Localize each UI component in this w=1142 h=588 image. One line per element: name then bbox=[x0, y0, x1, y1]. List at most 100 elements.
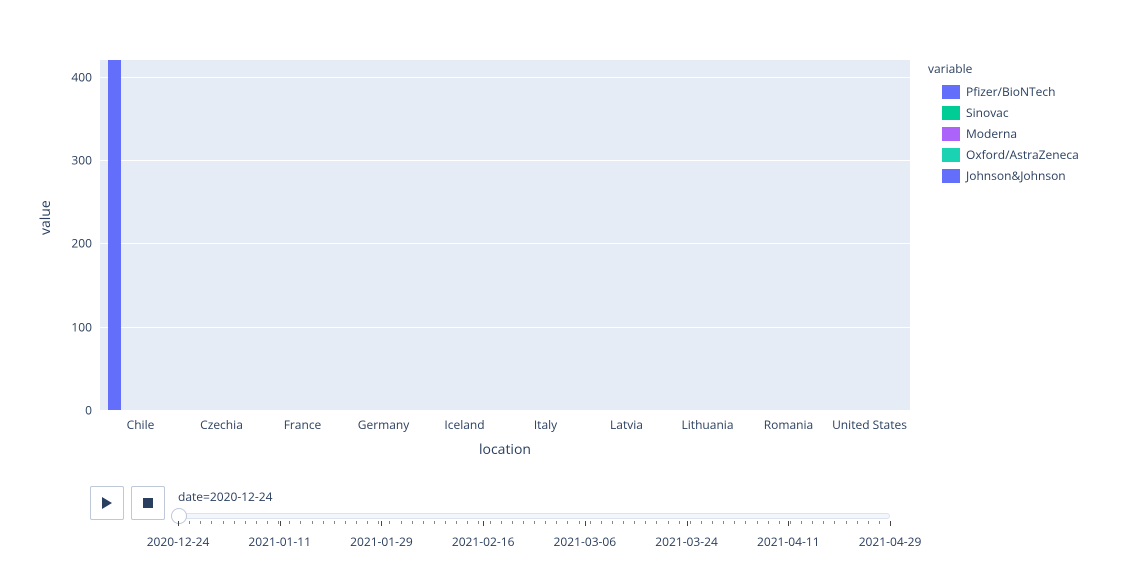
slider-tick-minor bbox=[812, 521, 813, 524]
slider-tick-minor bbox=[289, 521, 290, 524]
slider-tick-label: 2021-01-29 bbox=[350, 533, 413, 550]
slider-tick-minor bbox=[467, 521, 468, 524]
slider-tick-minor bbox=[300, 521, 301, 524]
slider-tick-minor bbox=[245, 521, 246, 524]
y-tick-label: 200 bbox=[71, 235, 100, 252]
gridline bbox=[100, 243, 910, 244]
slider-tick-minor bbox=[423, 521, 424, 524]
x-tick-label: Lithuania bbox=[681, 410, 733, 433]
slider-tick-minor bbox=[490, 521, 491, 524]
legend-item[interactable]: Johnson&Johnson bbox=[928, 165, 1079, 186]
legend-item[interactable]: Pfizer/BioNTech bbox=[928, 81, 1079, 102]
slider-tick-minor bbox=[567, 521, 568, 524]
slider-tick-minor bbox=[679, 521, 680, 524]
bar-chart: 0100200300400ChileCzechiaFranceGermanyIc… bbox=[100, 60, 910, 410]
slider-tick-minor bbox=[412, 521, 413, 524]
y-axis-title: value bbox=[36, 200, 55, 235]
slider-tick-minor bbox=[200, 521, 201, 524]
y-tick-label: 400 bbox=[71, 68, 100, 85]
legend-label: Moderna bbox=[966, 125, 1017, 142]
slider-tick-minor bbox=[501, 521, 502, 524]
slider-tick-major bbox=[178, 521, 179, 526]
slider-tick-minor bbox=[434, 521, 435, 524]
slider-tick-minor bbox=[189, 521, 190, 524]
slider-tick-minor bbox=[834, 521, 835, 524]
legend-label: Pfizer/BioNTech bbox=[966, 83, 1055, 100]
slider-tick-major bbox=[280, 521, 281, 526]
slider-tick-minor bbox=[779, 521, 780, 524]
x-tick-label: France bbox=[284, 410, 322, 433]
y-tick-label: 100 bbox=[71, 318, 100, 335]
legend-label: Sinovac bbox=[966, 104, 1009, 121]
slider-tick-major bbox=[381, 521, 382, 526]
slider-tick-minor bbox=[312, 521, 313, 524]
slider-tick-minor bbox=[579, 521, 580, 524]
slider-tick-minor bbox=[768, 521, 769, 524]
play-button[interactable] bbox=[90, 486, 124, 520]
legend-item[interactable]: Oxford/AstraZeneca bbox=[928, 144, 1079, 165]
legend-item[interactable]: Sinovac bbox=[928, 102, 1079, 123]
slider-tick-label: 2021-04-11 bbox=[757, 533, 820, 550]
legend-swatch bbox=[942, 148, 960, 162]
stop-button[interactable] bbox=[131, 486, 165, 520]
slider-tick-minor bbox=[623, 521, 624, 524]
slider-tick-minor bbox=[456, 521, 457, 524]
legend-swatch bbox=[942, 169, 960, 183]
slider-tick-minor bbox=[401, 521, 402, 524]
x-tick-label: Germany bbox=[358, 410, 410, 433]
slider-tick-minor bbox=[534, 521, 535, 524]
slider-tick-minor bbox=[590, 521, 591, 524]
slider-tick-labels: 2020-12-242021-01-112021-01-292021-02-16… bbox=[178, 533, 890, 549]
slider-tick-major bbox=[483, 521, 484, 526]
slider-tick-minor bbox=[523, 521, 524, 524]
slider-tick-minor bbox=[367, 521, 368, 524]
legend: variable Pfizer/BioNTech Sinovac Moderna Ox… bbox=[928, 60, 1079, 186]
legend-item[interactable]: Moderna bbox=[928, 123, 1079, 144]
slider-tick-minor bbox=[256, 521, 257, 524]
legend-swatch bbox=[942, 85, 960, 99]
plot-background: 0100200300400ChileCzechiaFranceGermanyIc… bbox=[100, 60, 910, 410]
slider-tick-minor bbox=[701, 521, 702, 524]
slider-tick-minor bbox=[445, 521, 446, 524]
legend-label: Oxford/AstraZeneca bbox=[966, 146, 1079, 163]
slider-tick-minor bbox=[879, 521, 880, 524]
slider-tick-minor bbox=[757, 521, 758, 524]
slider-tick-minor bbox=[601, 521, 602, 524]
slider-tick-minor bbox=[734, 521, 735, 524]
slider-tick-minor bbox=[645, 521, 646, 524]
slider-tick-label: 2021-01-11 bbox=[248, 533, 311, 550]
legend-swatch bbox=[942, 127, 960, 141]
slider-tick-label: 2020-12-24 bbox=[147, 533, 210, 550]
slider-rail[interactable] bbox=[178, 513, 890, 519]
animation-slider: date=2020-12-24 2020-12-242021-01-112021… bbox=[178, 488, 890, 549]
slider-tick-minor bbox=[323, 521, 324, 524]
slider-tick-minor bbox=[556, 521, 557, 524]
legend-label: Johnson&Johnson bbox=[966, 167, 1066, 184]
slider-tick-label: 2021-04-29 bbox=[859, 533, 922, 550]
slider-tick-minor bbox=[790, 521, 791, 524]
slider-tick-minor bbox=[857, 521, 858, 524]
x-tick-label: Romania bbox=[764, 410, 813, 433]
slider-tick-minor bbox=[656, 521, 657, 524]
x-axis-title: location bbox=[100, 440, 910, 459]
legend-title: variable bbox=[928, 60, 1079, 77]
x-tick-label: Chile bbox=[127, 410, 155, 433]
gridline bbox=[100, 77, 910, 78]
slider-tick-minor bbox=[223, 521, 224, 524]
slider-tick-minor bbox=[267, 521, 268, 524]
slider-tick-minor bbox=[690, 521, 691, 524]
stop-icon bbox=[143, 498, 153, 508]
slider-tick-minor bbox=[868, 521, 869, 524]
slider-ticks bbox=[178, 521, 890, 531]
gridline bbox=[100, 160, 910, 161]
slider-tick-minor bbox=[378, 521, 379, 524]
slider-tick-label: 2021-03-24 bbox=[655, 533, 718, 550]
slider-tick-minor bbox=[801, 521, 802, 524]
y-tick-label: 300 bbox=[71, 152, 100, 169]
slider-tick-minor bbox=[389, 521, 390, 524]
slider-tick-minor bbox=[823, 521, 824, 524]
slider-tick-minor bbox=[712, 521, 713, 524]
slider-tick-major bbox=[585, 521, 586, 526]
bar[interactable] bbox=[108, 60, 121, 410]
slider-tick-minor bbox=[512, 521, 513, 524]
